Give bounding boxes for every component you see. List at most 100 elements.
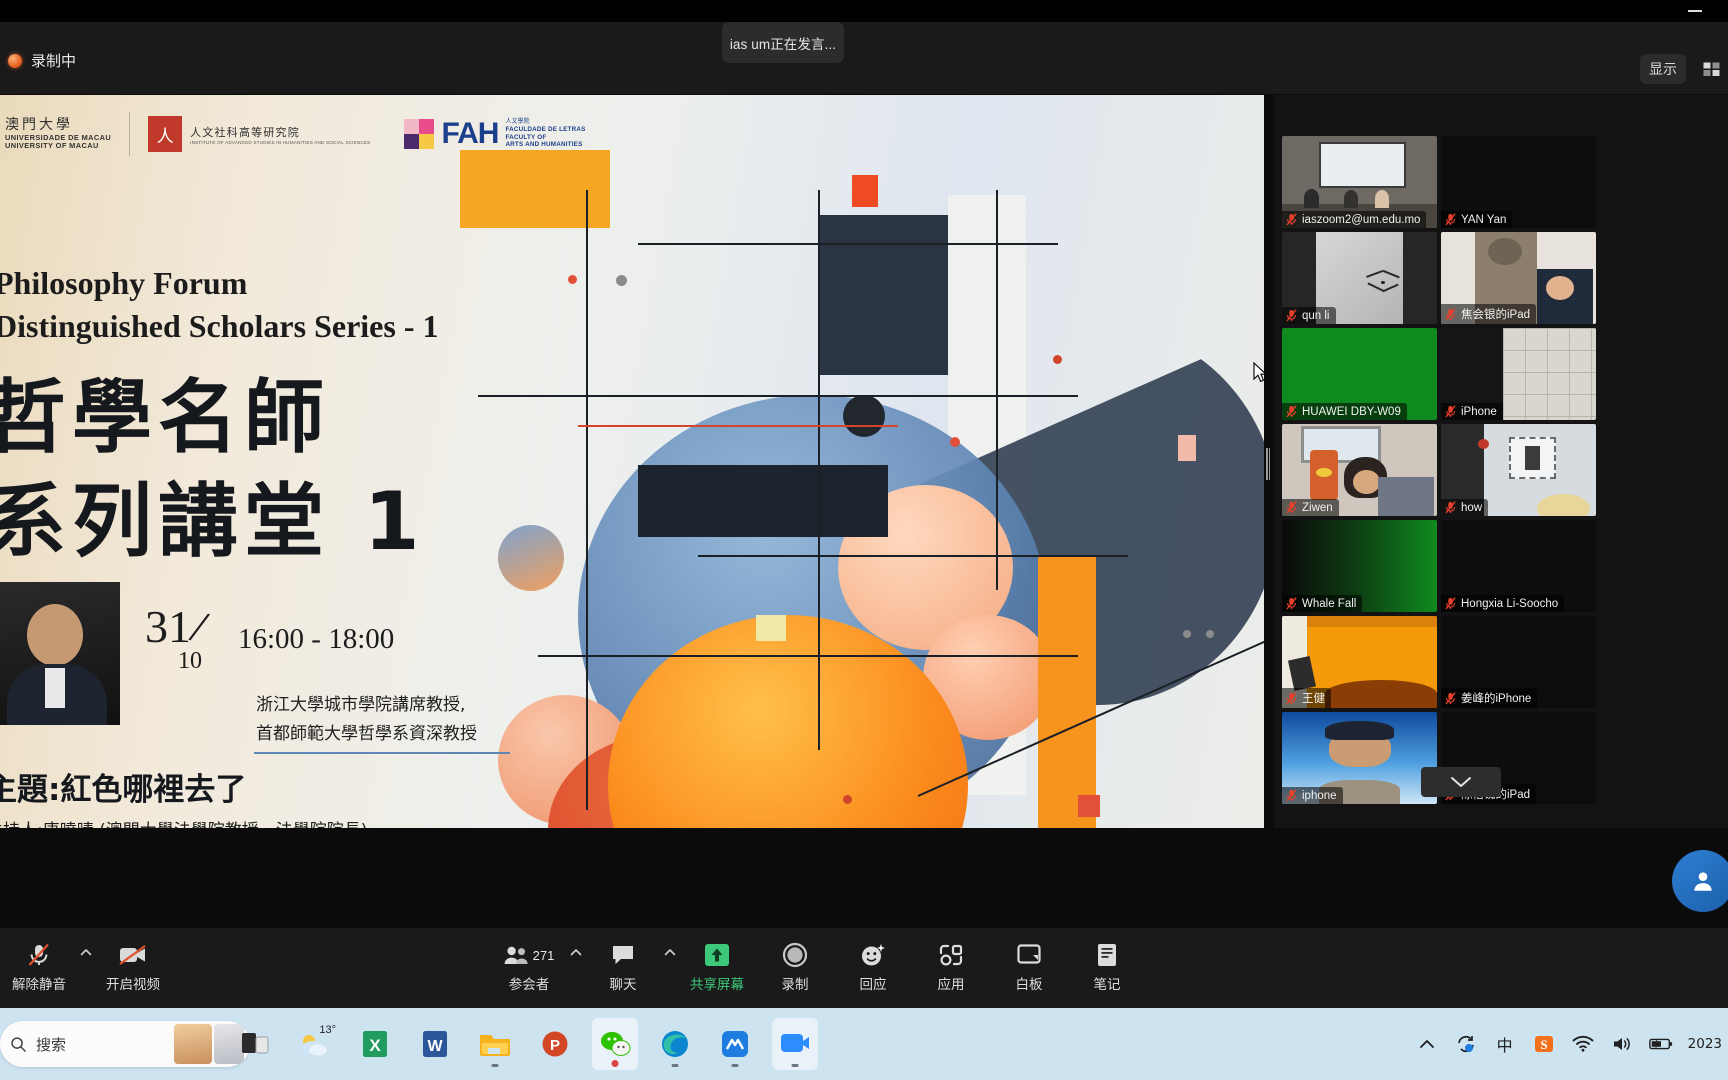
taskbar-icon-excel[interactable]: X (352, 1018, 398, 1070)
fah-logo-en2: ARTS AND HUMANITIES (505, 141, 583, 149)
panel-resize-handle[interactable] (1266, 448, 1272, 480)
participant-tile[interactable]: Whale Fall (1282, 520, 1437, 612)
shared-screen-view[interactable]: 澳門大學 UNIVERSIDADE DE MACAU UNIVERSITY OF… (0, 95, 1264, 828)
wifi-icon[interactable] (1571, 1032, 1595, 1056)
whiteboard-icon (1016, 942, 1042, 968)
chevron-up-icon[interactable] (568, 936, 584, 998)
participant-tile[interactable]: Hongxia Li-Soocho (1441, 520, 1596, 612)
sogou-input-icon[interactable]: S (1532, 1032, 1556, 1056)
taskbar-icon-file-explorer[interactable] (472, 1018, 518, 1070)
participant-name-badge: Whale Fall (1282, 595, 1363, 612)
view-button[interactable]: 显示 (1640, 54, 1686, 84)
strip-scroll-down-button[interactable] (1421, 767, 1501, 797)
poster-speaker-affiliation-2: 首都師範大學哲學系資深教授 (256, 724, 477, 744)
mic-muted-icon (1286, 213, 1297, 226)
poster-time-range: 16:00 - 18:00 (238, 623, 395, 655)
taskbar-running-indicator (671, 1064, 679, 1067)
battery-charging-icon[interactable] (1648, 1032, 1673, 1056)
taskbar-icon-zoom[interactable] (772, 1018, 818, 1070)
participant-tile[interactable]: HUAWEI DBY-W09 (1282, 328, 1437, 420)
poster-date-day: 31/ (145, 600, 214, 653)
toolbar-button-label: 参会者 (508, 977, 550, 993)
participant-tile[interactable]: qun li (1282, 232, 1437, 324)
active-speaker-indicator: ias um正在发言... (722, 22, 844, 63)
sync-icon[interactable] (1454, 1032, 1478, 1056)
um-logo-cn: 澳門大學 (5, 117, 73, 133)
svg-text:P: P (550, 1037, 560, 1054)
svg-text:S: S (1540, 1037, 1547, 1052)
taskbar-icon-weather[interactable]: 13° (292, 1018, 338, 1070)
participant-name-badge: 王健 (1282, 688, 1331, 708)
toolbar-button-whiteboard[interactable]: 白板 (990, 936, 1068, 998)
toolbar-button-apps[interactable]: 应用 (912, 936, 990, 998)
participants-strip[interactable]: iaszoom2@um.edu.mo YAN Yan qun li 焦会银的iPad H… (1274, 95, 1728, 828)
toolbar-button-label: 笔记 (1093, 977, 1121, 993)
show-hidden-icons-icon[interactable] (1415, 1032, 1439, 1056)
toolbar-button-mic-muted[interactable]: 解除静音 (0, 936, 78, 998)
minimize-button[interactable] (1672, 0, 1718, 22)
meeting-topbar: 录制中 显示 (0, 22, 1728, 94)
taskbar-icon-edge[interactable] (652, 1018, 698, 1070)
participant-tile[interactable]: Ziwen (1282, 424, 1437, 516)
taskbar-clock[interactable]: 2023 (1688, 1036, 1722, 1053)
participant-name-badge: iphone (1282, 787, 1343, 804)
toolbar-button-share-screen[interactable]: 共享屏幕 (678, 936, 756, 998)
participant-tile[interactable]: 焦会银的iPad (1441, 232, 1596, 324)
system-tray: 中 S 2023 (1415, 1008, 1722, 1080)
search-icon (11, 1036, 26, 1052)
self-view-bubble[interactable] (1672, 850, 1728, 912)
mic-muted-icon (1445, 307, 1456, 320)
toolbar-button-camera-muted[interactable]: 开启视频 (94, 936, 172, 998)
toolbar-button-label: 回应 (859, 977, 887, 993)
participant-name: qun li (1302, 309, 1330, 322)
toolbar-button-reactions[interactable]: 回应 (834, 936, 912, 998)
taskbar-icon-word[interactable]: W (412, 1018, 458, 1070)
toolbar-button-chat[interactable]: 聊天 (584, 936, 662, 998)
participant-name: how (1461, 501, 1483, 514)
participant-name: YAN Yan (1461, 213, 1507, 226)
ias-logo-sub: INSTITUTE OF ADVANCED STUDIES IN HUMANIT… (190, 139, 371, 145)
taskbar-app-icons: 13° X W P (232, 1008, 818, 1080)
toolbar-button-record[interactable]: 录制 (756, 936, 834, 998)
mic-muted-icon (1286, 789, 1297, 802)
camera-muted-icon (118, 942, 148, 968)
participant-name-badge: 姜峰的iPhone (1441, 688, 1538, 708)
participant-tile[interactable]: YAN Yan (1441, 136, 1596, 228)
taskbar-icon-wechat[interactable] (592, 1018, 638, 1070)
record-icon (782, 942, 808, 968)
toolbar-button-label: 聊天 (609, 977, 637, 993)
toolbar-button-notes[interactable]: 笔记 (1068, 936, 1146, 998)
fah-logo-pt: FACULDADE DE LETRAS (505, 126, 586, 134)
toolbar-button-participants[interactable]: 271 参会者 (490, 936, 568, 998)
ime-chinese-icon[interactable]: 中 (1493, 1032, 1517, 1056)
participant-name: HUAWEI DBY-W09 (1302, 405, 1401, 418)
university-of-macau-logo: 澳門大學 UNIVERSIDADE DE MACAU UNIVERSITY OF… (0, 111, 111, 157)
toolbar-button-label: 录制 (781, 977, 809, 993)
weather-temperature: 13° (319, 1024, 336, 1036)
presentation-poster: 澳門大學 UNIVERSIDADE DE MACAU UNIVERSITY OF… (0, 95, 1264, 828)
participant-tile[interactable]: iphone (1282, 712, 1437, 804)
participant-tile[interactable]: 姜峰的iPhone (1441, 616, 1596, 708)
svg-text:X: X (369, 1036, 381, 1055)
taskbar-search[interactable]: 搜索 (0, 1021, 250, 1067)
participant-name-badge: YAN Yan (1441, 211, 1513, 228)
participant-tile[interactable]: how (1441, 424, 1596, 516)
taskbar-icon-app-blue[interactable] (712, 1018, 758, 1070)
participant-tile[interactable]: 王健 (1282, 616, 1437, 708)
volume-icon[interactable] (1610, 1032, 1634, 1056)
toolbar-button-label: 解除静音 (12, 977, 66, 993)
window-titlebar (0, 0, 1728, 22)
poster-title-en-2: Distinguished Scholars Series - 1 (0, 308, 439, 344)
participant-tile[interactable]: iPhone (1441, 328, 1596, 420)
taskbar-running-indicator (731, 1064, 739, 1067)
taskbar-icon-powerpoint[interactable]: P (532, 1018, 578, 1070)
chevron-up-icon[interactable] (662, 936, 678, 998)
view-layout-icon[interactable] (1702, 61, 1720, 77)
participant-tile[interactable]: iaszoom2@um.edu.mo (1282, 136, 1437, 228)
taskbar-icon-task-view[interactable] (232, 1018, 278, 1070)
toolbar-button-label: 应用 (937, 977, 965, 993)
share-screen-icon (703, 942, 731, 968)
chevron-up-icon[interactable] (78, 936, 94, 998)
participant-name: 焦会银的iPad (1461, 309, 1531, 321)
zoom-meeting-window: 录制中 显示 ias um正在发言... 澳門大學 UNIVERSIDADE D… (0, 0, 1728, 1008)
